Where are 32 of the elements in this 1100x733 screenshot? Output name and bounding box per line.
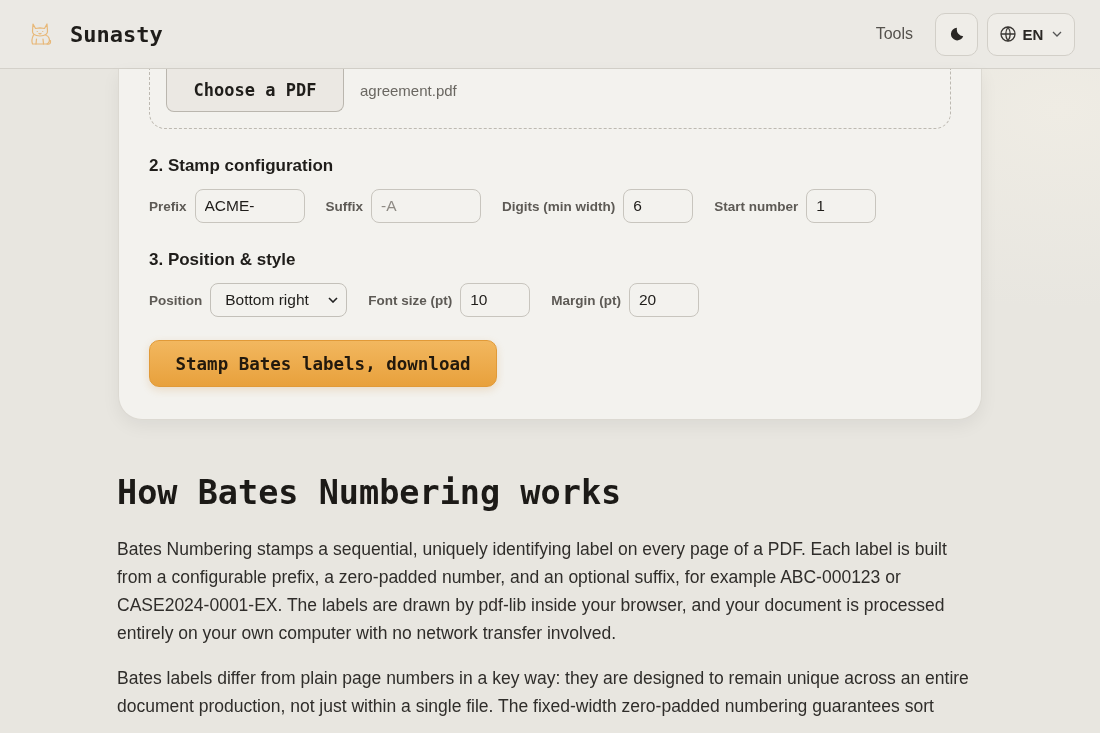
field-label: Suffix xyxy=(325,198,364,214)
article-heading: How Bates Numbering works xyxy=(117,472,623,514)
file-drop-zone[interactable]: Choose a PDF agreement.pdf xyxy=(149,69,951,129)
select-field[interactable]: Bottom right xyxy=(210,283,348,317)
field-label: Start number xyxy=(714,198,799,214)
input-field[interactable]: -A xyxy=(371,189,482,223)
input-field[interactable]: 6 xyxy=(623,189,694,223)
site-logo-text[interactable]: Sunasty xyxy=(70,21,163,47)
stamp-download-button[interactable]: Stamp Bates labels, download xyxy=(149,340,497,387)
field-label: Position xyxy=(149,292,203,308)
input-field[interactable]: 1 xyxy=(806,189,877,223)
field-label: Prefix xyxy=(149,198,187,214)
input-field[interactable]: 10 xyxy=(460,283,531,317)
input-field[interactable]: 20 xyxy=(629,283,699,317)
field-label: Digits (min width) xyxy=(502,198,616,214)
theme-toggle-button[interactable] xyxy=(935,12,978,56)
nav-link[interactable]: Tools xyxy=(875,25,913,43)
language-button[interactable]: EN xyxy=(987,12,1075,56)
input-field[interactable]: ACME- xyxy=(194,189,305,223)
section-title: 3. Position & style xyxy=(149,249,297,271)
file-name: agreement.pdf xyxy=(360,82,457,99)
cat-icon xyxy=(28,21,52,47)
field-label: Margin (pt) xyxy=(551,292,621,308)
chevron-down-icon xyxy=(328,297,339,303)
moon-icon xyxy=(949,27,964,41)
field-label: Font size (pt) xyxy=(368,292,453,308)
globe-icon xyxy=(999,26,1016,42)
article-paragraph: Bates labels differ from plain page numbers in a key way: they are designed to remain unique across an entire document production, not just within a single file. The fixed-width zero-padded numbering guarantees sort xyxy=(117,667,970,718)
choose-file-button[interactable]: Choose a PDF xyxy=(166,69,344,112)
chevron-down-icon xyxy=(1052,31,1063,37)
section-title: 2. Stamp configuration xyxy=(149,155,335,177)
article-paragraph: Bates Numbering stamps a sequential, uniquely identifying label on every page of a PDF. Each label is built from a configurable prefix, a zero-padded number, and an optional suffix, for example ABC-000123 or CASE2024-0001-EX. The labels are drawn by pdf-lib inside your browser, and your document is processed entirely on your own computer with no network transfer involved. xyxy=(117,538,948,645)
